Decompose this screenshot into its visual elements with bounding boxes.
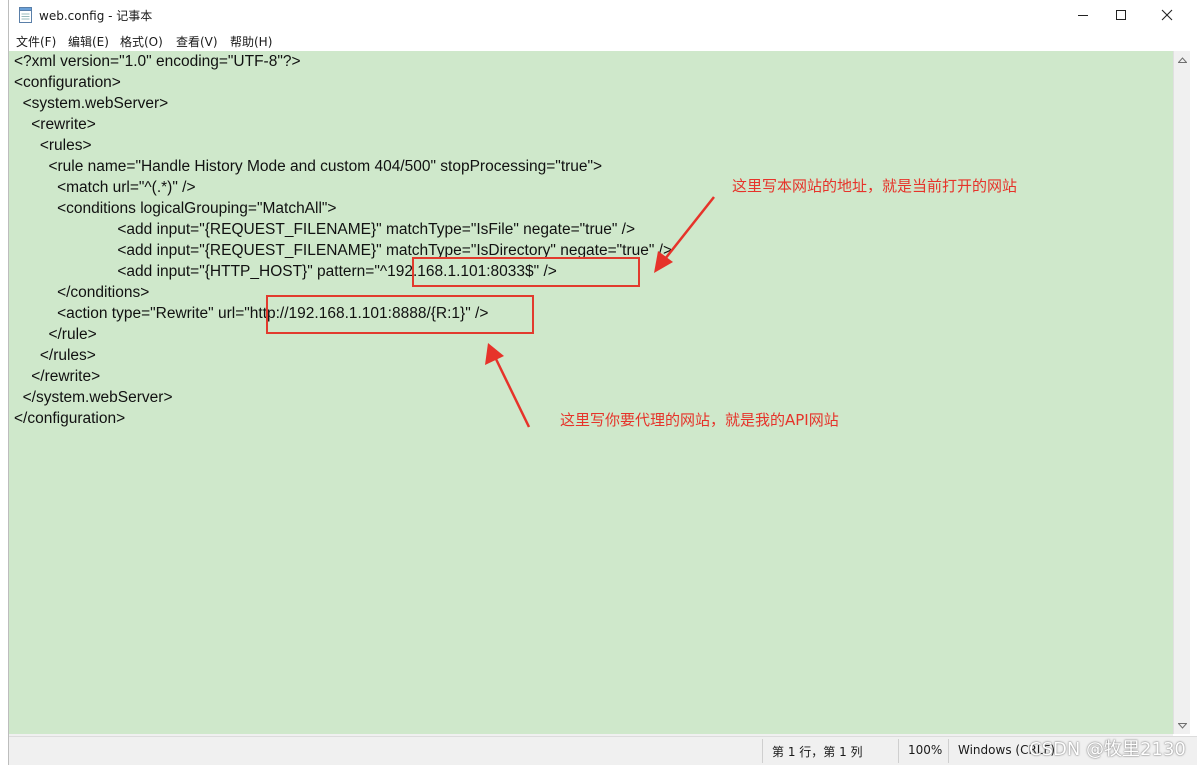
proxy-annotation: 这里写你要代理的网站，就是我的API网站 [560,411,839,429]
title-bar[interactable]: web.config - 记事本 [9,0,1197,30]
annotation-arrows [485,196,715,428]
chevron-up-icon [1178,56,1187,63]
scroll-up-arrow[interactable] [1174,51,1191,68]
status-bar: 第 1 行，第 1 列 100% Windows (CRLF) [9,736,1197,765]
status-separator [948,739,949,763]
window-title: web.config - 记事本 [39,9,153,23]
maximize-button[interactable] [1098,0,1144,30]
close-icon [1161,9,1173,21]
csdn-watermark: CSDN @牧里2130 [1029,739,1186,760]
menu-view[interactable]: 查看(V) [176,33,218,50]
status-separator [762,739,763,763]
menu-format[interactable]: 格式(O) [120,33,163,50]
chevron-down-icon [1178,722,1187,729]
menu-bar: 文件(F) 编辑(E) 格式(O) 查看(V) 帮助(H) [9,30,1197,50]
scroll-down-arrow[interactable] [1174,717,1191,734]
background-window-edge [0,0,8,765]
arrow-to-proxy [493,356,531,428]
host-annotation: 这里写本网站的地址，就是当前打开的网站 [732,177,1018,195]
menu-edit[interactable]: 编辑(E) [68,33,109,50]
close-button[interactable] [1144,0,1190,30]
menu-file[interactable]: 文件(F) [16,33,56,50]
notepad-icon [19,7,32,23]
zoom-level: 100% [908,743,943,757]
text-editor-area[interactable]: <?xml version="1.0" encoding="UTF-8"?> <… [9,51,1173,734]
notepad-window: web.config - 记事本 文件(F) 编辑(E) 格式(O) 查看(V)… [8,0,1197,765]
minimize-icon [1078,15,1088,16]
status-separator [898,739,899,763]
vertical-scrollbar[interactable] [1173,51,1190,734]
maximize-icon [1116,10,1126,20]
arrow-head-proxy [485,343,504,365]
cursor-position: 第 1 行，第 1 列 [772,745,863,759]
arrow-to-host [664,196,715,260]
menu-help[interactable]: 帮助(H) [230,33,272,50]
